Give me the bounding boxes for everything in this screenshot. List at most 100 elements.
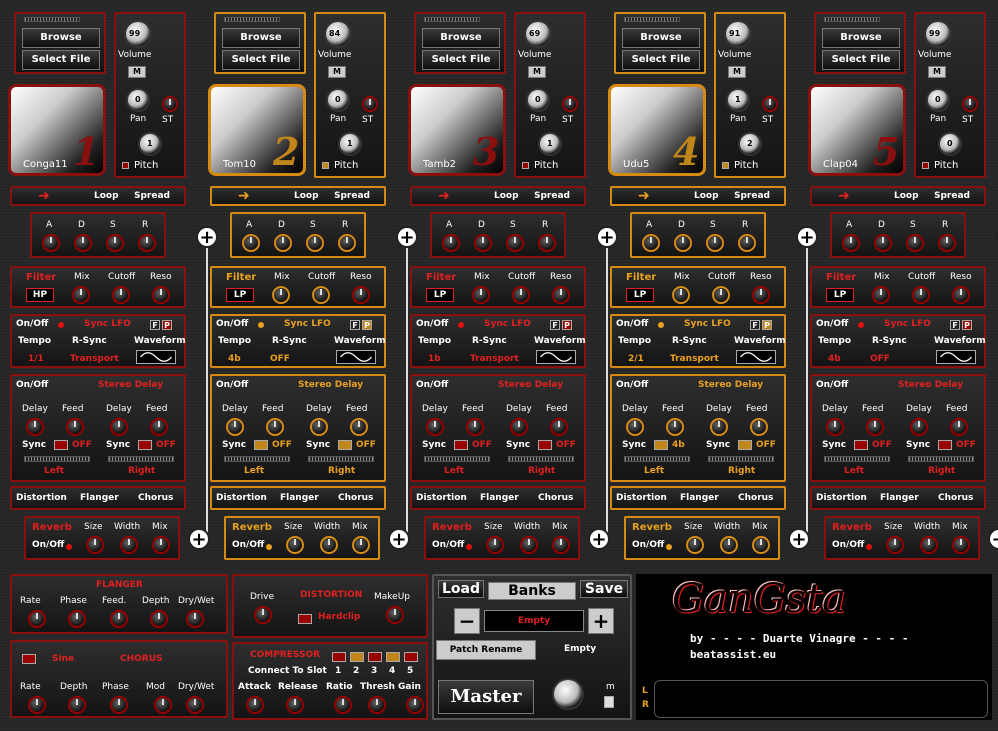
delay-r-pan-slider[interactable] xyxy=(308,456,374,462)
filter-mix-knob[interactable] xyxy=(872,286,890,304)
slot-2-add-top-button[interactable]: + xyxy=(396,226,418,248)
mono-button[interactable]: M xyxy=(328,66,346,78)
filter-mix-knob[interactable] xyxy=(472,286,490,304)
loop-button[interactable]: Loop xyxy=(494,191,519,201)
adsr-a-knob[interactable] xyxy=(442,234,460,252)
delay-l-pan-slider[interactable] xyxy=(224,456,290,462)
pitch-toggle[interactable] xyxy=(322,162,329,169)
lfo-p-button[interactable]: P xyxy=(162,320,172,330)
delay-l-time-knob[interactable] xyxy=(426,418,444,436)
adsr-s-knob[interactable] xyxy=(106,234,124,252)
flanger-tab[interactable]: Flanger xyxy=(280,493,319,503)
chorus-tab[interactable]: Chorus xyxy=(738,493,773,503)
play-arrow-icon[interactable]: ➜ xyxy=(438,188,450,204)
pitch-toggle[interactable] xyxy=(722,162,729,169)
delay-r-sync-toggle[interactable] xyxy=(938,440,952,450)
rsync-value[interactable]: Transport xyxy=(70,354,119,364)
compressor-attack-knob[interactable] xyxy=(246,696,264,714)
makeup-knob[interactable] xyxy=(386,606,404,624)
slot-1-add-top-button[interactable]: + xyxy=(196,226,218,248)
stereo-knob[interactable] xyxy=(362,96,378,112)
filter-mix-knob[interactable] xyxy=(672,286,690,304)
flanger-tab[interactable]: Flanger xyxy=(680,493,719,503)
reverb-onoff[interactable]: On/Off xyxy=(832,540,864,550)
adsr-r-knob[interactable] xyxy=(338,234,356,252)
lfo-p-button[interactable]: P xyxy=(362,320,372,330)
flanger-depth-knob[interactable] xyxy=(150,610,168,628)
delay-r-feed-knob[interactable] xyxy=(150,418,168,436)
lfo-p-button[interactable]: P xyxy=(962,320,972,330)
mono-button[interactable]: M xyxy=(528,66,546,78)
adsr-a-knob[interactable] xyxy=(642,234,660,252)
bank-prev-button[interactable]: − xyxy=(454,608,480,634)
chorus-mod-knob[interactable] xyxy=(154,696,172,714)
save-button[interactable]: Save xyxy=(580,580,628,598)
adsr-s-knob[interactable] xyxy=(906,234,924,252)
slot-3-file-slider[interactable] xyxy=(424,17,480,22)
bank-current-value[interactable]: Empty xyxy=(484,610,584,632)
chorus-rate-knob[interactable] xyxy=(28,696,46,714)
filter-type-select[interactable]: LP xyxy=(226,288,254,302)
filter-type-select[interactable]: LP xyxy=(826,288,854,302)
delay-l-feed-knob[interactable] xyxy=(866,418,884,436)
rsync-value[interactable]: OFF xyxy=(870,354,890,364)
reverb-onoff[interactable]: On/Off xyxy=(632,540,664,550)
slot-4-file-slider[interactable] xyxy=(624,17,680,22)
browse-button[interactable]: Browse xyxy=(822,28,900,48)
pitch-toggle[interactable] xyxy=(922,162,929,169)
delay-l-sync-toggle[interactable] xyxy=(654,440,668,450)
spread-button[interactable]: Spread xyxy=(934,191,970,201)
select-file-button[interactable]: Select File xyxy=(22,50,100,70)
slot-5-file-slider[interactable] xyxy=(824,17,880,22)
lfo-f-button[interactable]: F xyxy=(350,320,360,330)
waveform-sine-icon[interactable] xyxy=(936,350,976,364)
slot-1-add-bottom-button[interactable]: + xyxy=(188,528,210,550)
browse-button[interactable]: Browse xyxy=(622,28,700,48)
compressor-slot-5-toggle[interactable] xyxy=(404,652,418,662)
delay-l-time-knob[interactable] xyxy=(226,418,244,436)
cutoff-knob[interactable] xyxy=(512,286,530,304)
delay-r-time-knob[interactable] xyxy=(110,418,128,436)
chorus-tab[interactable]: Chorus xyxy=(938,493,973,503)
lfo-onoff[interactable]: On/Off xyxy=(16,319,48,329)
distortion-tab[interactable]: Distortion xyxy=(816,493,867,503)
adsr-s-knob[interactable] xyxy=(706,234,724,252)
tempo-value[interactable]: 2/1 xyxy=(628,354,644,364)
chorus-depth-knob[interactable] xyxy=(68,696,86,714)
adsr-r-knob[interactable] xyxy=(738,234,756,252)
mono-button[interactable]: M xyxy=(728,66,746,78)
compressor-slot-3-toggle[interactable] xyxy=(368,652,382,662)
slot-5-add-bottom-button[interactable]: + xyxy=(988,528,998,550)
delay-r-sync-toggle[interactable] xyxy=(138,440,152,450)
adsr-r-knob[interactable] xyxy=(138,234,156,252)
adsr-r-knob[interactable] xyxy=(538,234,556,252)
slot-2-file-slider[interactable] xyxy=(224,17,280,22)
delay-l-time-knob[interactable] xyxy=(826,418,844,436)
delay-onoff[interactable]: On/Off xyxy=(16,380,48,390)
lfo-p-button[interactable]: P xyxy=(762,320,772,330)
spread-button[interactable]: Spread xyxy=(734,191,770,201)
compressor-thresh-knob[interactable] xyxy=(368,696,386,714)
delay-l-pan-slider[interactable] xyxy=(824,456,890,462)
cutoff-knob[interactable] xyxy=(712,286,730,304)
adsr-a-knob[interactable] xyxy=(242,234,260,252)
loop-button[interactable]: Loop xyxy=(94,191,119,201)
flanger-feed-knob[interactable] xyxy=(110,610,128,628)
reverb-mix-knob[interactable] xyxy=(552,536,570,554)
reso-knob[interactable] xyxy=(552,286,570,304)
compressor-slot-1-toggle[interactable] xyxy=(332,652,346,662)
play-arrow-icon[interactable]: ➜ xyxy=(38,188,50,204)
slot-3-add-bottom-button[interactable]: + xyxy=(588,528,610,550)
waveform-sine-icon[interactable] xyxy=(336,350,376,364)
delay-onoff[interactable]: On/Off xyxy=(816,380,848,390)
chorus-tab[interactable]: Chorus xyxy=(138,493,173,503)
adsr-a-knob[interactable] xyxy=(842,234,860,252)
rsync-value[interactable]: OFF xyxy=(270,354,290,364)
adsr-d-knob[interactable] xyxy=(874,234,892,252)
rsync-value[interactable]: Transport xyxy=(670,354,719,364)
slot-4-pad[interactable]: Udu5 4 xyxy=(608,84,706,176)
reso-knob[interactable] xyxy=(352,286,370,304)
browse-button[interactable]: Browse xyxy=(422,28,500,48)
select-file-button[interactable]: Select File xyxy=(622,50,700,70)
delay-r-pan-slider[interactable] xyxy=(108,456,174,462)
